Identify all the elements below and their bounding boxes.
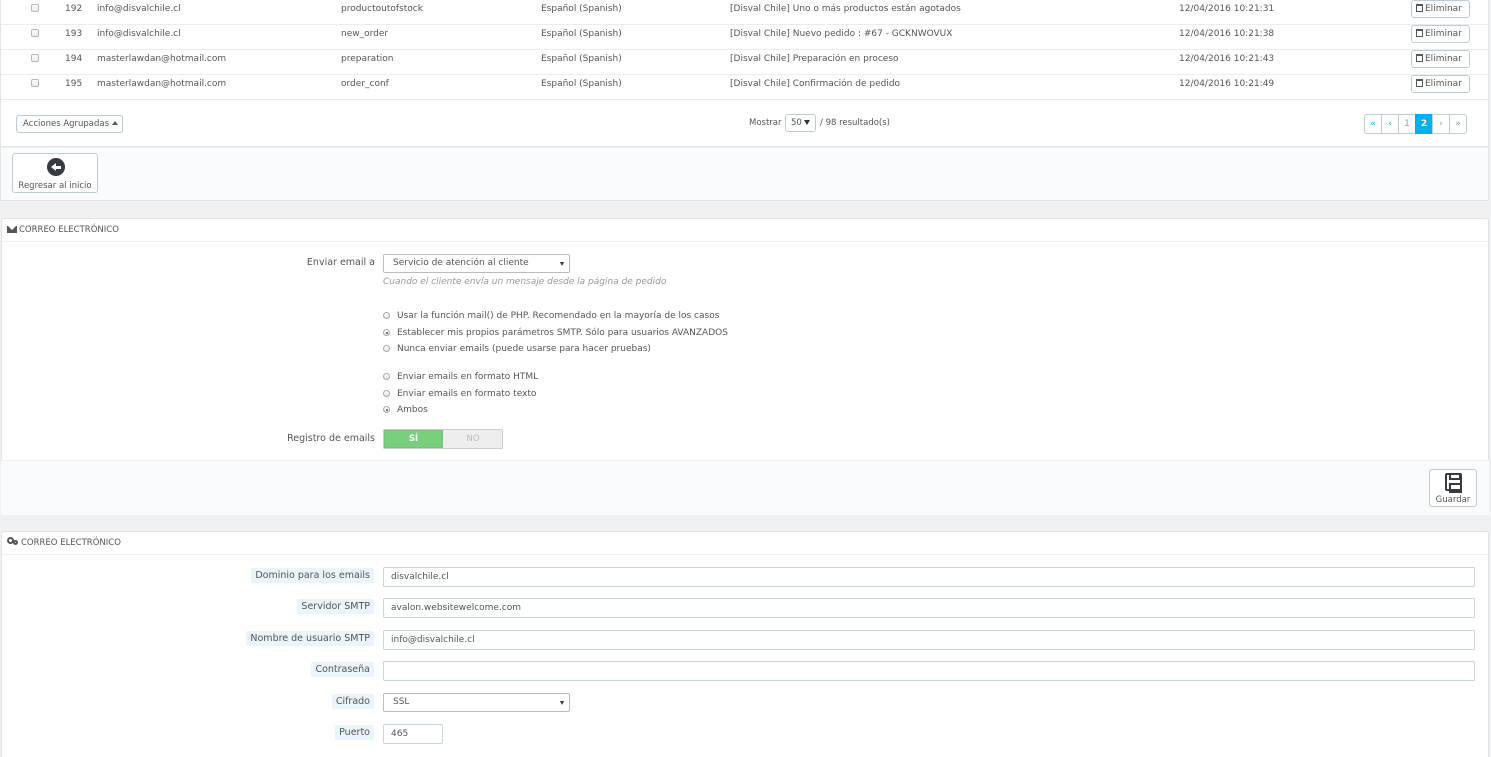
- row-template: new_order: [341, 29, 389, 39]
- radio-icon: [383, 345, 390, 352]
- row-id: 192: [65, 4, 83, 14]
- email-log-label: Registro de emails: [287, 433, 375, 444]
- delete-button[interactable]: Eliminar: [1411, 50, 1470, 68]
- radio-icon: [383, 373, 390, 380]
- row-subject: [Disval Chile] Preparación en proceso: [730, 54, 899, 64]
- row-language: Español (Spanish): [541, 4, 622, 14]
- smtp-server-label: Servidor SMTP: [150, 599, 374, 614]
- floppy-disk-icon: [1445, 473, 1462, 493]
- row-date: 12/04/2016 10:21:38: [1179, 29, 1275, 39]
- pagination-show-label: Mostrar: [749, 118, 782, 128]
- row-subject: [Disval Chile] Nuevo pedido : #67 - GCKN…: [730, 29, 953, 39]
- row-checkbox[interactable]: [31, 4, 39, 12]
- trash-icon: [1416, 54, 1423, 62]
- table-row: 192 info@disvalchile.cl productoutofstoc…: [1, 0, 1488, 25]
- smtp-user-label: Nombre de usuario SMTP: [150, 631, 374, 646]
- envelope-icon: [7, 226, 17, 233]
- table-row: 195 masterlawdan@hotmail.com order_conf …: [1, 75, 1488, 100]
- save-button[interactable]: Guardar: [1429, 469, 1477, 507]
- table-row: 193 info@disvalchile.cl new_order Españo…: [1, 25, 1488, 50]
- delete-button[interactable]: Eliminar: [1411, 0, 1470, 18]
- prev-page-button[interactable]: ‹: [1381, 114, 1399, 134]
- smtp-server-input[interactable]: avalon.websitewelcome.com: [383, 598, 1475, 618]
- row-template: order_conf: [341, 79, 389, 89]
- port-input[interactable]: 465: [383, 724, 443, 744]
- panel-heading: CORREO ELECTRÓNICO: [2, 219, 1488, 242]
- encryption-select[interactable]: SSL: [383, 693, 570, 712]
- send-to-label: Enviar email a: [306, 257, 375, 268]
- radio-format-text[interactable]: Enviar emails en formato texto: [383, 389, 536, 399]
- page-1-button[interactable]: 1: [1398, 114, 1416, 134]
- first-page-button[interactable]: «: [1364, 114, 1382, 134]
- pagination: « ‹ 1 2 › »: [1364, 114, 1467, 134]
- table-row: 194 masterlawdan@hotmail.com preparation…: [1, 50, 1488, 75]
- row-date: 12/04/2016 10:21:43: [1179, 54, 1275, 64]
- row-recipient: info@disvalchile.cl: [97, 29, 181, 39]
- row-language: Español (Spanish): [541, 54, 622, 64]
- row-id: 194: [65, 54, 83, 64]
- row-id: 195: [65, 79, 83, 89]
- back-footer: [0, 147, 1489, 201]
- cogs-icon: [7, 537, 19, 546]
- panel-footer: [1, 460, 1489, 515]
- trash-icon: [1416, 29, 1423, 37]
- password-label: Contraseña: [150, 662, 374, 677]
- row-subject: [Disval Chile] Uno o más productos están…: [730, 4, 961, 14]
- switch-no[interactable]: NO: [444, 430, 502, 448]
- arrow-left-circle-icon: [47, 158, 65, 176]
- radio-format-html[interactable]: Enviar emails en formato HTML: [383, 372, 538, 382]
- row-recipient: masterlawdan@hotmail.com: [97, 54, 227, 64]
- row-language: Español (Spanish): [541, 29, 622, 39]
- results-count: / 98 resultado(s): [820, 118, 890, 128]
- encryption-label: Cifrado: [150, 694, 374, 709]
- radio-icon: [383, 312, 390, 319]
- domain-label: Dominio para los emails: [150, 568, 374, 583]
- caret-down-icon: [560, 701, 564, 705]
- email-log-switch[interactable]: SÍ NO: [383, 429, 503, 449]
- row-checkbox[interactable]: [31, 29, 39, 37]
- trash-icon: [1416, 79, 1423, 87]
- send-to-help: Cuando el cliente envía un mensaje desde…: [383, 277, 667, 287]
- next-page-button[interactable]: ›: [1432, 114, 1450, 134]
- row-id: 193: [65, 29, 83, 39]
- send-to-select[interactable]: Servicio de atención al cliente: [383, 254, 570, 273]
- radio-icon: [383, 406, 390, 413]
- password-input[interactable]: [383, 661, 1475, 681]
- radio-php-mail[interactable]: Usar la función mail() de PHP. Recomenda…: [383, 311, 719, 321]
- last-page-button[interactable]: »: [1449, 114, 1467, 134]
- row-checkbox[interactable]: [31, 54, 39, 62]
- caret-down-icon: [803, 120, 810, 125]
- row-language: Español (Spanish): [541, 79, 622, 89]
- caret-down-icon: [560, 262, 564, 266]
- row-subject: [Disval Chile] Confirmación de pedido: [730, 79, 901, 89]
- trash-icon: [1416, 4, 1423, 12]
- port-label: Puerto: [150, 725, 374, 740]
- back-to-home-button[interactable]: Regresar al inicio: [12, 153, 98, 193]
- email-log-table-panel: 192 info@disvalchile.cl productoutofstoc…: [0, 0, 1489, 147]
- radio-never-send[interactable]: Nunca enviar emails (puede usarse para h…: [383, 344, 651, 354]
- row-template: preparation: [341, 54, 394, 64]
- row-date: 12/04/2016 10:21:31: [1179, 4, 1275, 14]
- bulk-actions-button[interactable]: Acciones Agrupadas: [16, 115, 123, 133]
- page-2-button[interactable]: 2: [1415, 114, 1433, 134]
- row-recipient: info@disvalchile.cl: [97, 4, 181, 14]
- switch-yes[interactable]: SÍ: [384, 430, 443, 448]
- delete-button[interactable]: Eliminar: [1411, 25, 1470, 43]
- row-template: productoutofstock: [341, 4, 423, 14]
- row-checkbox[interactable]: [31, 79, 39, 87]
- row-date: 12/04/2016 10:21:49: [1179, 79, 1275, 89]
- panel-heading: CORREO ELECTRÓNICO: [2, 532, 1488, 555]
- delete-button[interactable]: Eliminar: [1411, 75, 1470, 93]
- row-recipient: masterlawdan@hotmail.com: [97, 79, 227, 89]
- radio-icon: [383, 329, 390, 336]
- page-size-select[interactable]: 50: [785, 114, 816, 132]
- radio-format-both[interactable]: Ambos: [383, 405, 428, 415]
- radio-icon: [383, 390, 390, 397]
- caret-up-icon: [112, 121, 119, 125]
- radio-smtp[interactable]: Establecer mis propios parámetros SMTP. …: [383, 328, 728, 338]
- smtp-user-input[interactable]: info@disvalchile.cl: [383, 630, 1475, 650]
- domain-input[interactable]: disvalchile.cl: [383, 567, 1475, 587]
